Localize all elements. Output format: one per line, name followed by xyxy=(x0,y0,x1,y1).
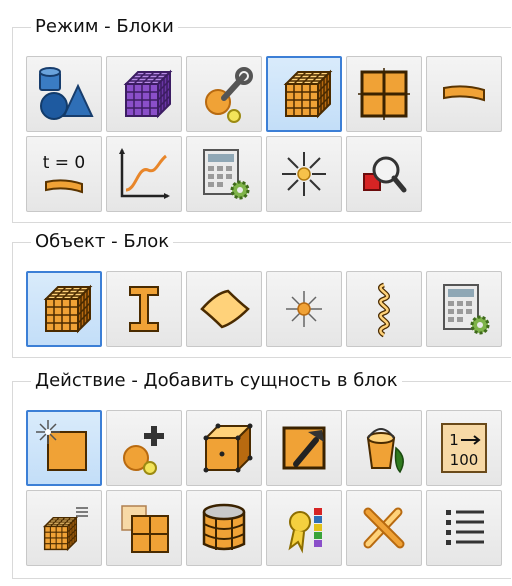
beam-object-button[interactable] xyxy=(106,271,182,347)
cylinder-block-button[interactable] xyxy=(186,490,262,566)
plot-mode-button[interactable] xyxy=(106,136,182,212)
hammer-square-icon xyxy=(274,418,334,478)
magnifier-shapes-icon xyxy=(354,144,414,204)
block-nodes-button[interactable] xyxy=(186,410,262,486)
split-block-button[interactable] xyxy=(106,490,182,566)
spring-object-button[interactable] xyxy=(346,271,422,347)
t-zero-icon: t = 0 xyxy=(34,144,94,204)
list-view-button[interactable] xyxy=(426,490,502,566)
numbering-button[interactable]: 1 100 xyxy=(426,410,502,486)
object-group-title: Объект - Блок xyxy=(31,230,174,254)
blocks-grid-mode-button[interactable] xyxy=(346,56,422,132)
wrench-node-icon xyxy=(194,64,254,124)
action-group-title: Действие - Добавить сущность в блок xyxy=(31,369,402,393)
initial-conditions-button[interactable]: t = 0 xyxy=(26,136,102,212)
table-object-button[interactable] xyxy=(426,271,502,347)
calculator-gear-icon xyxy=(434,279,494,339)
cylinder-block-icon xyxy=(194,498,254,558)
toolbox-panel: Режим - Блоки t = 0 Объект - Блок Действ… xyxy=(0,0,512,586)
object-group: Объект - Блок xyxy=(12,230,511,358)
purple-mesh-cube-icon xyxy=(114,64,174,124)
graph-curve-icon xyxy=(114,144,174,204)
mode-group: Режим - Блоки t = 0 xyxy=(12,15,511,223)
orange-block-cube-icon xyxy=(34,279,94,339)
object-tools-grid xyxy=(26,271,502,347)
add-node-icon xyxy=(114,418,174,478)
small-cube-list-icon xyxy=(34,498,94,558)
hammer-button[interactable] xyxy=(266,410,342,486)
physics-mode-button[interactable] xyxy=(186,56,262,132)
lights-mode-button[interactable] xyxy=(266,136,342,212)
inspect-mode-button[interactable] xyxy=(346,136,422,212)
spring-coil-icon xyxy=(354,279,414,339)
point-object-button[interactable] xyxy=(266,271,342,347)
material-badge-button[interactable] xyxy=(266,490,342,566)
geometry-shapes-icon xyxy=(34,64,94,124)
new-square-sparkle-icon xyxy=(34,418,94,478)
action-tools-grid: 1 100 xyxy=(26,410,502,566)
orange-block-cube-icon xyxy=(274,64,334,124)
i-beam-icon xyxy=(114,279,174,339)
sun-rays-icon xyxy=(274,144,334,204)
new-block-button[interactable] xyxy=(26,410,102,486)
ribbon-badge-icon xyxy=(274,498,334,558)
cube-nodes-icon xyxy=(194,418,254,478)
block-list-button[interactable] xyxy=(26,490,102,566)
add-node-button[interactable] xyxy=(106,410,182,486)
delete-cross-button[interactable] xyxy=(346,490,422,566)
cross-tools-icon xyxy=(354,498,414,558)
curved-strip-icon xyxy=(434,64,494,124)
fill-bucket-button[interactable] xyxy=(346,410,422,486)
block-grid-icon xyxy=(354,64,414,124)
calculator-mode-button[interactable] xyxy=(186,136,262,212)
icon-label-text: 100 xyxy=(450,451,479,469)
shell-diamond-icon xyxy=(194,279,254,339)
mode-tools-grid: t = 0 xyxy=(26,56,502,212)
curve-mode-button[interactable] xyxy=(426,56,502,132)
shell-object-button[interactable] xyxy=(186,271,262,347)
geometry-mode-button[interactable] xyxy=(26,56,102,132)
numbering-icon: 1 100 xyxy=(434,418,494,478)
calculator-gear-icon xyxy=(194,144,254,204)
action-group: Действие - Добавить сущность в блок 1 10… xyxy=(12,369,511,579)
node-point-icon xyxy=(274,279,334,339)
bullet-list-icon xyxy=(434,498,494,558)
blocks-mode-button[interactable] xyxy=(266,56,342,132)
icon-label-text: 1 xyxy=(449,431,459,449)
mode-group-title: Режим - Блоки xyxy=(31,15,178,39)
mesh-mode-button[interactable] xyxy=(106,56,182,132)
icon-label-text: t = 0 xyxy=(43,153,86,173)
split-grid-icon xyxy=(114,498,174,558)
block-object-button[interactable] xyxy=(26,271,102,347)
paint-bucket-icon xyxy=(354,418,414,478)
